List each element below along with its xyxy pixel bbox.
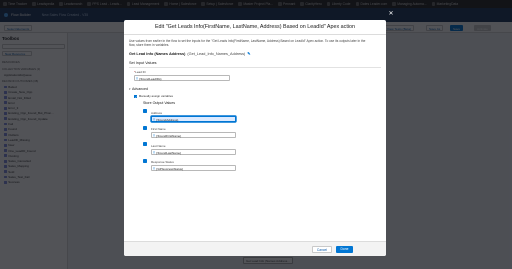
modal-footer: Cancel Done bbox=[124, 241, 386, 256]
lead-id-label: *Lead ID bbox=[134, 70, 146, 75]
modal-description: Use values from earlier in the flow to s… bbox=[129, 39, 366, 48]
resource-icon: {} bbox=[153, 134, 156, 138]
include-toggle[interactable] bbox=[143, 142, 147, 147]
resource-icon: {} bbox=[153, 150, 156, 154]
input-section-heading: Set Input Values bbox=[129, 61, 381, 69]
include-toggle[interactable] bbox=[143, 109, 147, 114]
done-button[interactable]: Done bbox=[336, 246, 353, 253]
include-toggle[interactable] bbox=[143, 125, 147, 130]
modal-title: Edit "Get Leads Info(FirstName, LastName… bbox=[124, 20, 386, 35]
checkbox-checked-icon[interactable]: ✓ bbox=[134, 94, 138, 99]
output-row-response-status: Response Status {} {!APIsuccessStatus} bbox=[143, 158, 381, 172]
first-name-field[interactable]: {} {!FoundFirstName} bbox=[151, 132, 236, 139]
response-status-field[interactable]: {} {!APIsuccessStatus} bbox=[151, 165, 236, 172]
output-row-address: Address {} {!FoundAddress} bbox=[143, 109, 381, 122]
manual-assign-checkbox-row[interactable]: ✓ Manually assign variables bbox=[134, 94, 381, 99]
action-name: Get Lead Info (Names Address) bbox=[129, 51, 186, 56]
resource-icon: {} bbox=[153, 167, 156, 171]
address-field[interactable]: {} {!FoundAddress} bbox=[151, 115, 236, 122]
last-name-field[interactable]: {} {!FoundLastName} bbox=[151, 148, 236, 155]
output-row-first-name: First Name {} {!FoundFirstName} bbox=[143, 125, 381, 139]
cancel-button[interactable]: Cancel bbox=[312, 246, 332, 253]
output-values-section: Store Output Values Address {} {!FoundAdd… bbox=[143, 101, 381, 172]
output-row-last-name: Last Name {} {!FoundLastName} bbox=[143, 142, 381, 155]
chevron-down-icon: ▾ bbox=[129, 87, 131, 92]
lead-id-field[interactable]: {} {!FoundLeadIDs} bbox=[134, 75, 230, 82]
resource-icon: {} bbox=[136, 77, 139, 81]
action-api-name: (Get_Lead_Info_Names_Address) bbox=[187, 51, 246, 56]
advanced-toggle[interactable]: ▾ Advanced bbox=[129, 87, 381, 91]
action-name-row: Get Lead Info (Names Address) (Get_Lead_… bbox=[129, 51, 381, 56]
edit-pencil-icon[interactable]: ✎ bbox=[247, 51, 250, 56]
apex-action-modal: Edit "Get Leads Info(FirstName, LastName… bbox=[124, 20, 386, 256]
modal-body: Use values from earlier in the flow to s… bbox=[124, 35, 386, 241]
include-toggle[interactable] bbox=[143, 158, 147, 163]
output-section-heading: Store Output Values bbox=[143, 101, 176, 106]
close-icon[interactable]: ✕ bbox=[388, 11, 394, 17]
resource-icon: {} bbox=[153, 117, 156, 121]
